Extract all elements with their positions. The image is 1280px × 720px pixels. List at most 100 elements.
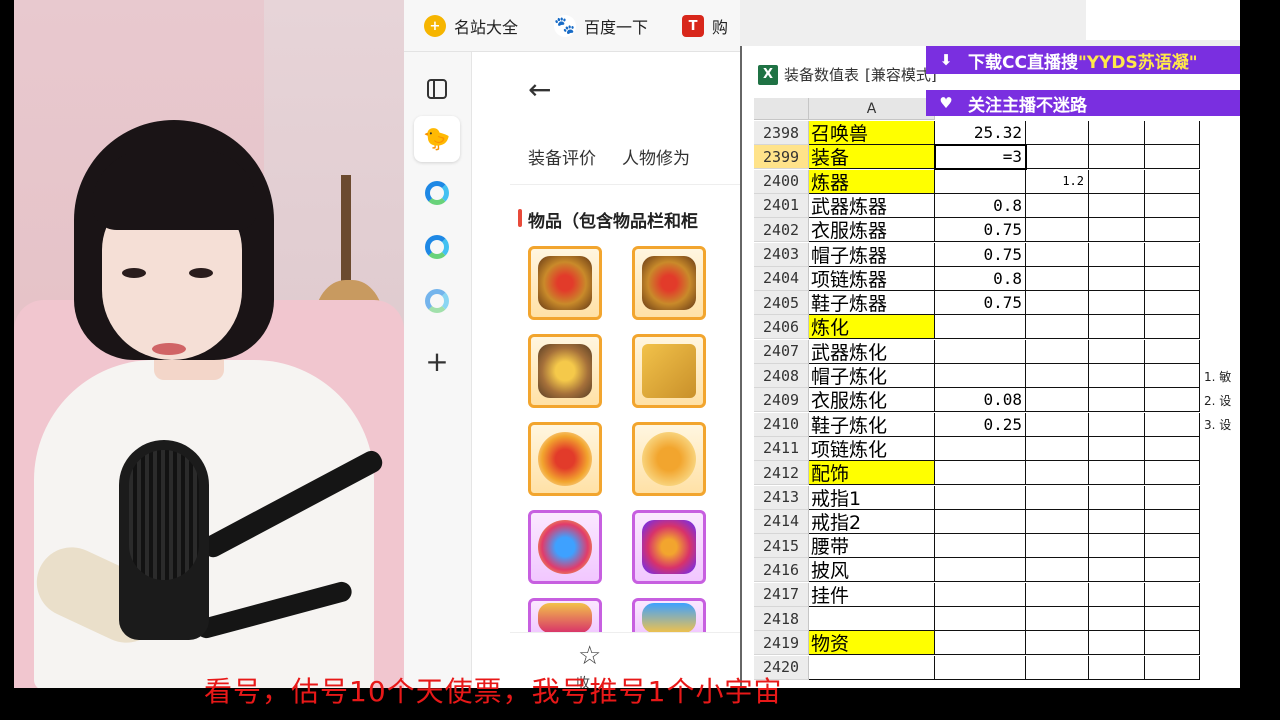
star-icon[interactable]: ☆: [578, 641, 601, 671]
cell-empty[interactable]: [1145, 266, 1200, 291]
cell-empty[interactable]: [1089, 145, 1145, 170]
cell-empty[interactable]: [1145, 461, 1200, 486]
cell-extra[interactable]: 1.2: [1026, 169, 1089, 194]
cell-extra[interactable]: [1026, 315, 1089, 340]
cell-empty[interactable]: [1089, 169, 1145, 194]
cell-extra[interactable]: [1026, 388, 1089, 413]
cell-extra[interactable]: [1026, 242, 1089, 267]
cell-empty[interactable]: [1089, 509, 1145, 534]
item-slot[interactable]: [528, 246, 602, 320]
cell-empty[interactable]: [1145, 339, 1200, 364]
row-header[interactable]: 2411: [754, 436, 809, 461]
cell-empty[interactable]: [1089, 412, 1145, 437]
row-header[interactable]: 2402: [754, 218, 809, 243]
cell-label[interactable]: 帽子炼化: [809, 364, 935, 388]
cell-empty[interactable]: [1145, 121, 1200, 145]
cell-extra[interactable]: [1026, 655, 1089, 680]
cell-extra[interactable]: [1026, 534, 1089, 559]
item-slot[interactable]: [632, 246, 706, 320]
cell-label[interactable]: 配饰: [809, 461, 935, 486]
cell-label[interactable]: [809, 655, 935, 680]
cell-label[interactable]: 项链炼化: [809, 436, 935, 461]
cell-value[interactable]: 0.75: [935, 291, 1026, 316]
cell-value[interactable]: [935, 558, 1026, 583]
item-slot[interactable]: [528, 334, 602, 408]
cell-label[interactable]: [809, 607, 935, 631]
tab-equipment-rating[interactable]: 装备评价: [528, 144, 596, 169]
cell-empty[interactable]: [1089, 121, 1145, 145]
cell-extra[interactable]: [1026, 145, 1089, 170]
cell-label[interactable]: 挂件: [809, 582, 935, 607]
cell-extra[interactable]: [1026, 582, 1089, 607]
row-header[interactable]: 2410: [754, 412, 809, 437]
cell-empty[interactable]: [1089, 364, 1145, 388]
row-header[interactable]: 2401: [754, 193, 809, 218]
cell-label[interactable]: 项链炼器: [809, 266, 935, 291]
cell-extra[interactable]: [1026, 412, 1089, 437]
cell-extra[interactable]: [1026, 509, 1089, 534]
sidebar-app-game[interactable]: 🐤: [414, 116, 460, 162]
cell-value[interactable]: [935, 485, 1026, 510]
row-header[interactable]: 2419: [754, 631, 809, 656]
cell-empty[interactable]: [1145, 169, 1200, 194]
cell-label[interactable]: 炼化: [809, 315, 935, 340]
row-header[interactable]: 2414: [754, 509, 809, 534]
cell-empty[interactable]: [1089, 534, 1145, 559]
cell-empty[interactable]: [1145, 631, 1200, 656]
cell-value[interactable]: [935, 339, 1026, 364]
cell-value[interactable]: 0.25: [935, 412, 1026, 437]
cell-label[interactable]: 武器炼器: [809, 193, 935, 218]
row-header[interactable]: 2417: [754, 582, 809, 607]
cell-empty[interactable]: [1145, 485, 1200, 510]
cell-value[interactable]: [935, 461, 1026, 486]
cell-empty[interactable]: [1089, 436, 1145, 461]
cell-empty[interactable]: [1089, 218, 1145, 243]
cell-value[interactable]: 0.08: [935, 388, 1026, 413]
cell-empty[interactable]: [1089, 582, 1145, 607]
cell-label[interactable]: 衣服炼器: [809, 218, 935, 243]
item-slot[interactable]: [528, 422, 602, 496]
row-header[interactable]: 2407: [754, 339, 809, 364]
cell-empty[interactable]: [1145, 364, 1200, 388]
sidebar-app-edge-2[interactable]: [414, 224, 460, 270]
cell-empty[interactable]: [1145, 242, 1200, 267]
cell-empty[interactable]: [1145, 145, 1200, 170]
cell-empty[interactable]: [1145, 412, 1200, 437]
cell-empty[interactable]: [1145, 193, 1200, 218]
cell-empty[interactable]: [1145, 509, 1200, 534]
tab-character-cultivation[interactable]: 人物修为: [622, 144, 690, 169]
cell-extra[interactable]: [1026, 339, 1089, 364]
cell-empty[interactable]: [1089, 315, 1145, 340]
row-header[interactable]: 2406: [754, 315, 809, 340]
row-header[interactable]: 2413: [754, 485, 809, 510]
sidebar-app-edge-1[interactable]: [414, 170, 460, 216]
cell-extra[interactable]: [1026, 218, 1089, 243]
cell-label[interactable]: 戒指1: [809, 485, 935, 510]
row-header[interactable]: 2412: [754, 461, 809, 486]
cell-empty[interactable]: [1089, 461, 1145, 486]
cell-extra[interactable]: [1026, 631, 1089, 656]
cell-extra[interactable]: [1026, 558, 1089, 583]
cell-empty[interactable]: [1145, 607, 1200, 631]
cell-extra[interactable]: [1026, 193, 1089, 218]
cell-empty[interactable]: [1089, 631, 1145, 656]
cell-label[interactable]: 炼器: [809, 169, 935, 194]
cell-extra[interactable]: [1026, 461, 1089, 486]
cell-value[interactable]: [935, 315, 1026, 340]
bookmark-taobao[interactable]: T 购: [682, 14, 728, 38]
row-header[interactable]: 2418: [754, 607, 809, 631]
cell-empty[interactable]: [1145, 558, 1200, 583]
cell-value[interactable]: [935, 364, 1026, 388]
cell-extra[interactable]: [1026, 121, 1089, 145]
cell-label[interactable]: 武器炼化: [809, 339, 935, 364]
cell-value[interactable]: [935, 655, 1026, 680]
cell-empty[interactable]: [1145, 218, 1200, 243]
cell-empty[interactable]: [1089, 291, 1145, 316]
cell-extra[interactable]: [1026, 364, 1089, 388]
row-header[interactable]: 2403: [754, 242, 809, 267]
cell-label[interactable]: 物资: [809, 631, 935, 656]
cell-value[interactable]: [935, 436, 1026, 461]
cell-empty[interactable]: [1089, 607, 1145, 631]
select-all-corner[interactable]: [754, 98, 809, 120]
column-header-a[interactable]: A: [809, 98, 935, 120]
